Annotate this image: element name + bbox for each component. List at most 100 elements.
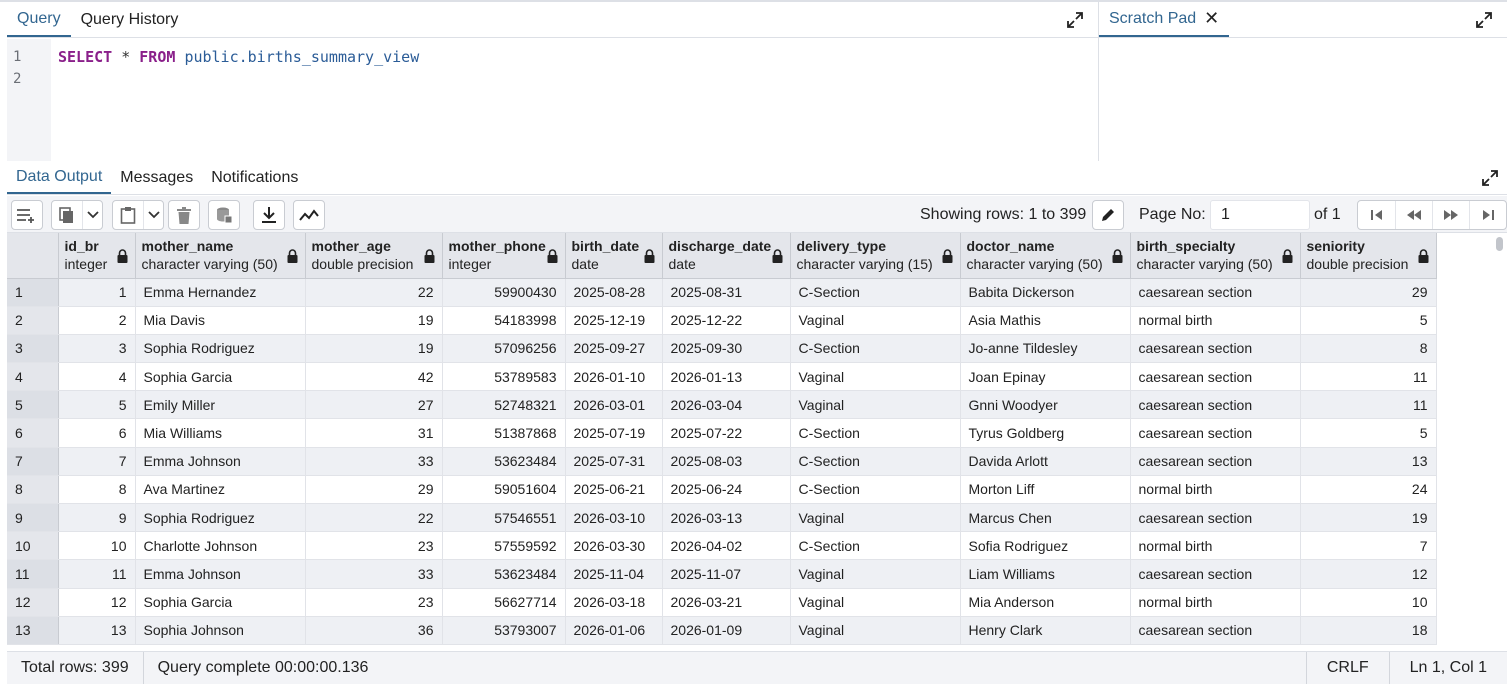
cell-birth-date[interactable]: 2026-03-18 bbox=[565, 588, 663, 617]
cell-mother-age[interactable]: 22 bbox=[305, 278, 443, 307]
cell-doctor-name[interactable]: Liam Williams bbox=[960, 559, 1131, 589]
row-number[interactable]: 3 bbox=[7, 334, 59, 364]
table-row[interactable]: 4 4 Sophia Garcia 42 53789583 2026-01-10 2026-… bbox=[7, 362, 1437, 392]
column-header-mother-age[interactable]: mother_age double precision bbox=[305, 233, 443, 279]
table-row[interactable]: 12 12 Sophia Garcia 23 56627714 2026-03-18 202… bbox=[7, 588, 1437, 617]
cell-birth-specialty[interactable]: caesarean section bbox=[1130, 559, 1301, 589]
cell-birth-specialty[interactable]: normal birth bbox=[1130, 306, 1301, 335]
cell-birth-specialty[interactable]: normal birth bbox=[1130, 475, 1301, 505]
cell-discharge-date[interactable]: 2025-08-03 bbox=[662, 447, 791, 476]
cell-discharge-date[interactable]: 2025-06-24 bbox=[662, 475, 791, 505]
sql-editor[interactable]: 1 2 SELECT * FROM public.births_summary_… bbox=[7, 39, 1098, 161]
scratch-pad-editor[interactable] bbox=[1099, 39, 1507, 161]
cell-seniority[interactable]: 11 bbox=[1300, 390, 1437, 420]
column-header-delivery-type[interactable]: delivery_type character varying (15) bbox=[790, 233, 961, 279]
cell-discharge-date[interactable]: 2026-03-21 bbox=[662, 588, 791, 617]
column-header-seniority[interactable]: seniority double precision bbox=[1300, 233, 1437, 279]
cell-mother-name[interactable]: Sophia Garcia bbox=[135, 362, 306, 392]
cell-birth-date[interactable]: 2025-08-28 bbox=[565, 278, 663, 307]
row-number[interactable]: 1 bbox=[7, 278, 59, 307]
cell-seniority[interactable]: 29 bbox=[1300, 278, 1437, 307]
column-header-birth-date[interactable]: birth_date date bbox=[565, 233, 663, 279]
cell-id-br[interactable]: 5 bbox=[58, 390, 136, 420]
cell-id-br[interactable]: 12 bbox=[58, 588, 136, 617]
cell-birth-date[interactable]: 2025-12-19 bbox=[565, 306, 663, 335]
page-number-input[interactable] bbox=[1210, 200, 1310, 230]
cell-birth-specialty[interactable]: caesarean section bbox=[1130, 503, 1301, 533]
cell-id-br[interactable]: 6 bbox=[58, 418, 136, 448]
cell-mother-name[interactable]: Ava Martinez bbox=[135, 475, 306, 505]
cell-mother-name[interactable]: Sophia Rodriguez bbox=[135, 503, 306, 533]
cell-birth-specialty[interactable]: caesarean section bbox=[1130, 362, 1301, 392]
cell-doctor-name[interactable]: Davida Arlott bbox=[960, 447, 1131, 476]
cell-id-br[interactable]: 7 bbox=[58, 447, 136, 476]
cell-id-br[interactable]: 2 bbox=[58, 306, 136, 335]
copy-options-dropdown[interactable] bbox=[82, 201, 102, 229]
cell-mother-age[interactable]: 23 bbox=[305, 531, 443, 561]
table-row[interactable]: 9 9 Sophia Rodriguez 22 57546551 2026-03-10 20… bbox=[7, 503, 1437, 533]
cell-mother-age[interactable]: 19 bbox=[305, 334, 443, 364]
table-row[interactable]: 1 1 Emma Hernandez 22 59900430 2025-08-28 2025… bbox=[7, 278, 1437, 307]
cell-seniority[interactable]: 12 bbox=[1300, 559, 1437, 589]
cell-birth-date[interactable]: 2025-09-27 bbox=[565, 334, 663, 364]
cell-mother-phone[interactable]: 57559592 bbox=[442, 531, 566, 561]
cell-discharge-date[interactable]: 2025-07-22 bbox=[662, 418, 791, 448]
cell-seniority[interactable]: 5 bbox=[1300, 306, 1437, 335]
row-number[interactable]: 5 bbox=[7, 390, 59, 420]
cell-discharge-date[interactable]: 2025-09-30 bbox=[662, 334, 791, 364]
cell-seniority[interactable]: 18 bbox=[1300, 616, 1437, 645]
cell-mother-age[interactable]: 36 bbox=[305, 616, 443, 645]
cell-mother-age[interactable]: 23 bbox=[305, 588, 443, 617]
table-row[interactable]: 10 10 Charlotte Johnson 23 57559592 2026-03-3… bbox=[7, 531, 1437, 561]
row-number[interactable]: 4 bbox=[7, 362, 59, 392]
cell-id-br[interactable]: 1 bbox=[58, 278, 136, 307]
edit-rows-button[interactable] bbox=[1092, 200, 1124, 230]
column-header-id-br[interactable]: id_br integer bbox=[58, 233, 136, 279]
cell-delivery-type[interactable]: C-Section bbox=[790, 334, 961, 364]
row-number[interactable]: 7 bbox=[7, 447, 59, 476]
table-row[interactable]: 11 11 Emma Johnson 33 53623484 2025-11-04 2025… bbox=[7, 559, 1437, 589]
row-number[interactable]: 9 bbox=[7, 503, 59, 533]
save-data-button[interactable] bbox=[209, 201, 239, 229]
cell-mother-age[interactable]: 22 bbox=[305, 503, 443, 533]
row-number[interactable]: 6 bbox=[7, 418, 59, 448]
cell-delivery-type[interactable]: Vaginal bbox=[790, 306, 961, 335]
cell-mother-phone[interactable]: 52748321 bbox=[442, 390, 566, 420]
expand-icon[interactable] bbox=[1066, 11, 1084, 29]
cell-delivery-type[interactable]: Vaginal bbox=[790, 616, 961, 645]
cell-birth-specialty[interactable]: caesarean section bbox=[1130, 447, 1301, 476]
cell-mother-age[interactable]: 31 bbox=[305, 418, 443, 448]
cell-delivery-type[interactable]: C-Section bbox=[790, 418, 961, 448]
cell-birth-specialty[interactable]: normal birth bbox=[1130, 588, 1301, 617]
cell-delivery-type[interactable]: Vaginal bbox=[790, 559, 961, 589]
cell-birth-specialty[interactable]: caesarean section bbox=[1130, 616, 1301, 645]
cell-mother-name[interactable]: Sophia Garcia bbox=[135, 588, 306, 617]
table-row[interactable]: 7 7 Emma Johnson 33 53623484 2025-07-31 2025-0… bbox=[7, 447, 1437, 476]
cell-doctor-name[interactable]: Jo-anne Tildesley bbox=[960, 334, 1131, 364]
cell-delivery-type[interactable]: Vaginal bbox=[790, 588, 961, 617]
cell-seniority[interactable]: 10 bbox=[1300, 588, 1437, 617]
cell-birth-specialty[interactable]: caesarean section bbox=[1130, 418, 1301, 448]
previous-page-button[interactable] bbox=[1395, 201, 1432, 229]
cell-birth-date[interactable]: 2026-01-06 bbox=[565, 616, 663, 645]
cell-mother-name[interactable]: Charlotte Johnson bbox=[135, 531, 306, 561]
row-number[interactable]: 2 bbox=[7, 306, 59, 335]
scrollbar-thumb[interactable] bbox=[1496, 237, 1503, 251]
cell-doctor-name[interactable]: Marcus Chen bbox=[960, 503, 1131, 533]
cell-birth-date[interactable]: 2026-01-10 bbox=[565, 362, 663, 392]
cell-mother-age[interactable]: 29 bbox=[305, 475, 443, 505]
cell-mother-name[interactable]: Emily Miller bbox=[135, 390, 306, 420]
cell-seniority[interactable]: 11 bbox=[1300, 362, 1437, 392]
cell-delivery-type[interactable]: Vaginal bbox=[790, 503, 961, 533]
cell-mother-phone[interactable]: 57546551 bbox=[442, 503, 566, 533]
cell-mother-age[interactable]: 27 bbox=[305, 390, 443, 420]
cell-seniority[interactable]: 13 bbox=[1300, 447, 1437, 476]
add-row-button[interactable] bbox=[12, 201, 42, 229]
cell-mother-phone[interactable]: 53793007 bbox=[442, 616, 566, 645]
cell-id-br[interactable]: 9 bbox=[58, 503, 136, 533]
cell-birth-specialty[interactable]: caesarean section bbox=[1130, 390, 1301, 420]
cell-id-br[interactable]: 11 bbox=[58, 559, 136, 589]
table-row[interactable]: 3 3 Sophia Rodriguez 19 57096256 2025-09-27 20… bbox=[7, 334, 1437, 364]
cell-mother-phone[interactable]: 53789583 bbox=[442, 362, 566, 392]
cell-delivery-type[interactable]: Vaginal bbox=[790, 362, 961, 392]
